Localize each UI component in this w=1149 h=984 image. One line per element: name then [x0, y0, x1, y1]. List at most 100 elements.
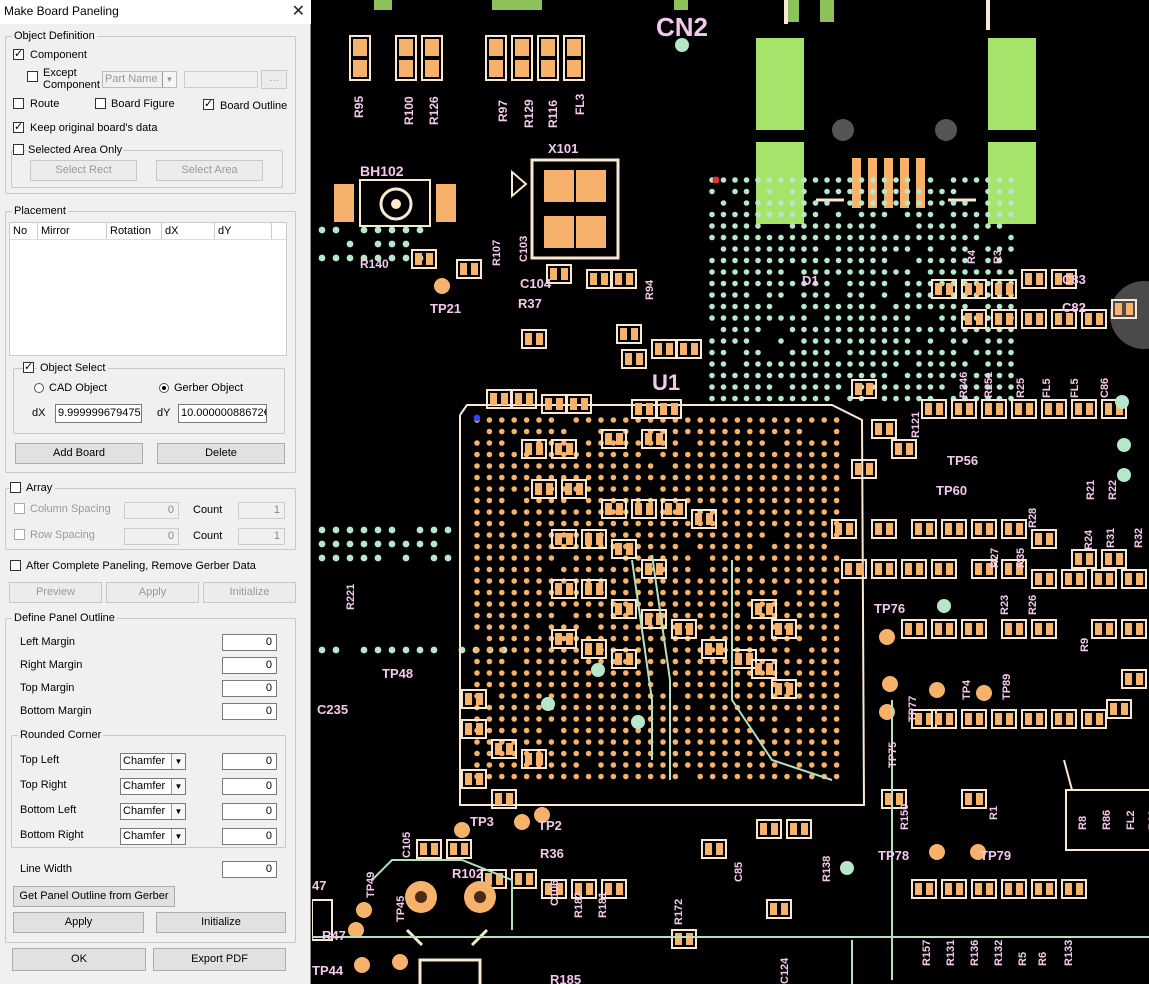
bottom-right-corner-select[interactable]: Chamfer ▼	[120, 828, 186, 845]
line-width-input[interactable]: 0	[222, 861, 277, 878]
pcb-canvas[interactable]: CN2 X101 BH102 R95 R100 R126 R97 R129 R116 FL3 R14…	[312, 0, 1149, 984]
row-spacing-checkbox[interactable]	[14, 529, 25, 540]
bga-ball	[722, 624, 728, 630]
select-rect-button[interactable]: Select Rect	[30, 160, 137, 181]
bga-ball	[635, 451, 641, 458]
bottom-left-corner-input[interactable]: 0	[222, 803, 277, 820]
row-count-input[interactable]: 1	[238, 528, 285, 545]
via	[388, 254, 396, 262]
except-component-checkbox[interactable]	[27, 71, 38, 82]
apply-top-button[interactable]: Apply	[106, 582, 199, 603]
left-margin-input[interactable]: 0	[222, 634, 277, 651]
via	[847, 223, 853, 229]
dy-input[interactable]: 10.00000088672€	[178, 404, 267, 423]
via	[416, 526, 424, 534]
bga-ball	[796, 693, 803, 699]
route-checkbox[interactable]	[13, 98, 24, 109]
add-board-button[interactable]: Add Board	[15, 443, 143, 464]
bga-ball	[759, 474, 765, 481]
via	[444, 554, 452, 562]
bga-ball	[796, 532, 803, 538]
board-outline-checkbox[interactable]	[203, 97, 214, 110]
top-margin-input[interactable]: 0	[222, 680, 277, 697]
row-spacing-input[interactable]: 0	[124, 528, 179, 545]
ok-button[interactable]: OK	[12, 948, 146, 971]
col-rotation[interactable]: Rotation	[107, 223, 162, 239]
bga-ball	[821, 704, 827, 711]
part-name-select[interactable]: Part Name ▼	[102, 71, 177, 88]
right-margin-input[interactable]: 0	[222, 657, 277, 674]
make-board-paneling-dialog: Make Board Paneling ✕ Object Definition …	[0, 0, 311, 984]
apply-button[interactable]: Apply	[13, 912, 144, 933]
bga-ball	[499, 509, 505, 515]
dx-input[interactable]: 9.999999679475(	[55, 404, 142, 423]
via	[812, 234, 819, 241]
bottom-left-corner-value: Chamfer	[123, 805, 166, 817]
bga-ball	[697, 670, 703, 676]
keep-original-checkbox[interactable]	[13, 120, 24, 133]
title-bar[interactable]: Make Board Paneling ✕	[0, 0, 311, 24]
bga-ball	[809, 520, 815, 527]
pcb-ref-label: D1	[802, 273, 819, 288]
bga-ball	[610, 451, 617, 458]
board-figure-checkbox[interactable]	[95, 98, 106, 109]
initialize-top-button[interactable]: Initialize	[203, 582, 296, 603]
pad	[935, 623, 942, 635]
col-dx[interactable]: dX	[162, 223, 215, 239]
bga-ball	[685, 681, 691, 688]
column-spacing-input[interactable]: 0	[124, 502, 179, 519]
column-spacing-checkbox[interactable]	[14, 503, 25, 514]
object-select-checkbox[interactable]	[23, 360, 34, 373]
selected-area-checkbox[interactable]	[13, 144, 24, 155]
via	[789, 246, 796, 252]
bga-ball	[833, 601, 840, 607]
bottom-left-corner-select[interactable]: Chamfer ▼	[120, 803, 186, 820]
bga-ball	[759, 773, 765, 780]
via	[927, 200, 934, 206]
bga-ball	[573, 417, 579, 423]
via	[824, 315, 830, 321]
bga-ball	[474, 612, 480, 619]
pad	[835, 523, 842, 535]
column-count-input[interactable]: 1	[238, 502, 285, 519]
component-checkbox[interactable]	[13, 47, 24, 60]
bga-ball	[833, 555, 840, 561]
bga-ball	[511, 509, 517, 515]
preview-button[interactable]: Preview	[9, 582, 102, 603]
top-right-corner-input[interactable]: 0	[222, 778, 277, 795]
pad	[1095, 573, 1102, 585]
via	[939, 257, 945, 264]
gerber-object-radio[interactable]	[159, 383, 169, 393]
bga-ball	[685, 750, 691, 757]
bottom-margin-input[interactable]: 0	[222, 703, 277, 720]
bga-ball	[647, 658, 654, 665]
bga-ball	[523, 647, 530, 653]
array-checkbox[interactable]	[10, 482, 21, 493]
top-left-corner-input[interactable]: 0	[222, 753, 277, 770]
browse-button[interactable]: ...	[261, 70, 287, 89]
close-icon[interactable]: ✕	[292, 1, 305, 21]
col-no[interactable]: No	[10, 223, 38, 239]
top-left-corner-select[interactable]: Chamfer ▼	[120, 753, 186, 770]
delete-button[interactable]: Delete	[157, 443, 285, 464]
top-right-corner-select[interactable]: Chamfer ▼	[120, 778, 186, 795]
cad-object-radio[interactable]	[34, 383, 44, 393]
part-value-input[interactable]	[184, 71, 258, 88]
bga-ball	[573, 612, 579, 619]
placement-table[interactable]: No Mirror Rotation dX dY	[9, 222, 287, 356]
export-pdf-button[interactable]: Export PDF	[153, 948, 286, 971]
remove-gerber-checkbox[interactable]	[10, 560, 21, 571]
via	[778, 292, 784, 298]
col-dy[interactable]: dY	[215, 223, 272, 239]
bottom-right-corner-input[interactable]: 0	[222, 828, 277, 845]
bga-ball	[499, 727, 505, 734]
get-panel-outline-button[interactable]: Get Panel Outline from Gerber	[13, 886, 175, 907]
bga-ball	[511, 578, 517, 584]
bga-ball	[585, 658, 592, 665]
via	[812, 246, 819, 252]
initialize-button[interactable]: Initialize	[156, 912, 286, 933]
col-mirror[interactable]: Mirror	[38, 223, 107, 239]
bga-ball	[536, 520, 542, 527]
select-area-button[interactable]: Select Area	[156, 160, 263, 181]
pcb-ref-label: R185	[550, 972, 581, 984]
